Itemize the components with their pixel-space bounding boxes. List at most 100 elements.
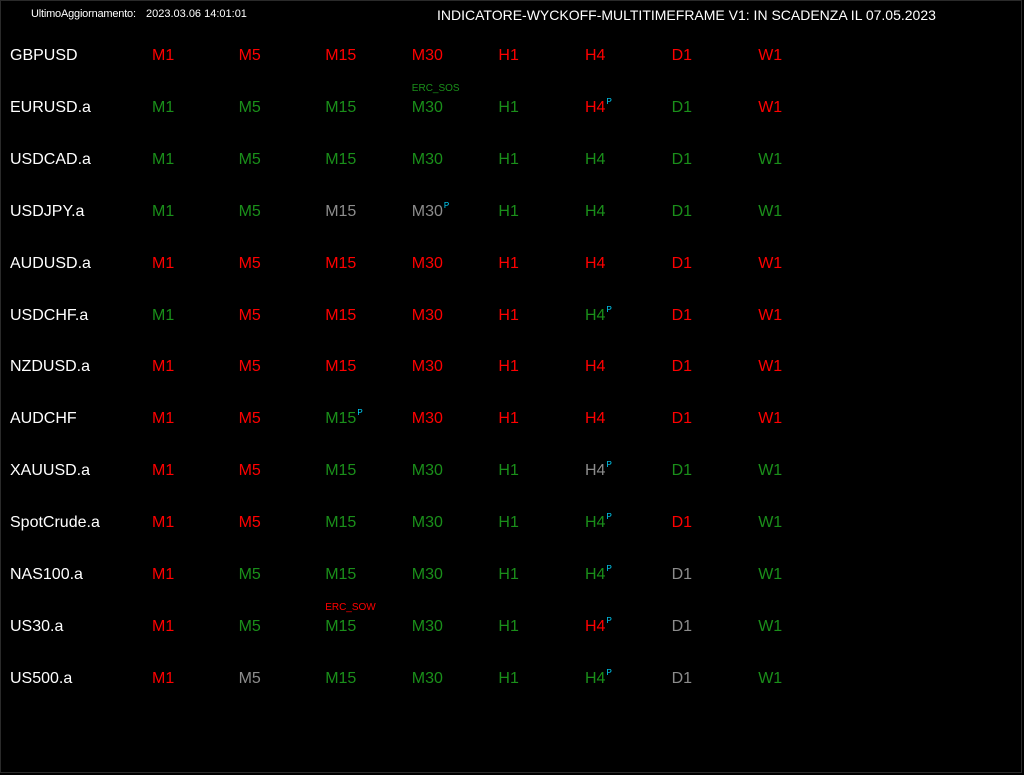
timeframe-cell-m1: M1 [152,511,174,535]
symbol-row: AUDUSD.a M1 M5 M15 M30 H1 H4 D1 W1 [1,252,1001,276]
symbol-name: XAUUSD.a [10,462,91,480]
symbol-row: USDCAD.a M1 M5 M15 M30 H1 H4 D1 W1 [1,148,1001,172]
timeframe-cell-m30: M30 [412,355,443,379]
timeframe-cell-h4: H4 [585,407,605,431]
timeframe-cell-m1: M1 [152,148,174,172]
timeframe-cell-d1: D1 [672,148,692,172]
timeframe-label: M1 [152,514,175,532]
timeframe-cell-h1: H1 [498,615,518,639]
symbol-row: NAS100.a M1 M5 M15 M30 H1 H4P D1 W1 [1,563,1001,587]
timeframe-cell-h4: H4 [585,355,605,379]
timeframe-label: M30 [411,358,443,376]
timeframe-cell-d1: D1 [672,667,692,691]
timeframe-cell-m30: M30 [412,459,443,483]
timeframe-cell-m15: M15 [325,44,356,68]
timeframe-cell-m5: M5 [239,96,261,120]
timeframe-cell-m30: M30 [412,96,443,120]
timeframe-cell-m15: M15P [325,407,362,433]
timeframe-cell-w1: W1 [758,615,782,639]
timeframe-label: M15 [325,358,357,376]
p-marker: P [606,512,612,522]
timeframe-cell-m30: M30 [412,615,443,639]
symbol-row: SpotCrude.a M1 M5 M15 M30 H1 H4P D1 W1 [1,511,1001,535]
timeframe-label: W1 [758,514,783,532]
timeframe-label: M30 [411,150,443,168]
symbol-name: GBPUSD [10,47,78,64]
timeframe-label: D1 [671,669,693,687]
timeframe-label: M15 [325,410,357,428]
timeframe-cell-d1: D1 [672,355,692,379]
timeframe-cell-m15: M15 [325,511,356,535]
timeframe-label: H1 [498,306,519,324]
symbol-name: USDJPY.a [10,202,85,220]
timeframe-cell-m30: M30 [412,511,443,535]
timeframe-cell-m15: M15 [325,200,356,224]
timeframe-cell-m5: M5 [239,304,261,328]
last-update-value: 2023.03.06 14:01:01 [146,8,247,20]
timeframe-cell-m15: M15 [325,304,356,328]
timeframe-label: W1 [758,410,783,428]
timeframe-cell-m15: M15 [325,459,356,483]
timeframe-cell-m1: M1 [152,407,174,431]
timeframe-cell-m30: M30 [412,563,443,587]
timeframe-cell-m30: M30 [412,304,443,328]
timeframe-cell-m5: M5 [239,200,261,224]
timeframe-cell-m15: M15 [325,148,356,172]
symbol-name: US30.a [10,617,64,635]
timeframe-cell-m30: M30 [412,407,443,431]
timeframe-label: M1 [152,462,175,480]
signal-annotation: ERC_SOW [325,601,376,613]
timeframe-cell-m15: M15 [325,667,356,691]
timeframe-label: H4 [585,150,606,168]
p-marker: P [357,408,363,418]
p-marker: P [606,460,612,470]
timeframe-cell-h4: H4P [585,96,612,122]
timeframe-cell-m5: M5 [239,44,261,68]
timeframe-label: M15 [325,150,357,168]
timeframe-cell-d1: D1 [672,615,692,639]
timeframe-label: H1 [498,254,519,272]
timeframe-label: H1 [498,566,519,583]
timeframe-cell-m1: M1 [152,615,174,639]
symbol-name: AUDCHF [10,410,77,428]
last-update-label: UltimoAggiornamento: [31,8,136,20]
timeframe-cell-h1: H1 [498,407,518,431]
timeframe-cell-m1: M1 [152,44,174,68]
chart-window[interactable]: UltimoAggiornamento: 2023.03.06 14:01:01… [0,0,1022,773]
symbol-name: EURUSD.a [10,98,91,116]
timeframe-label: M1 [152,306,175,324]
timeframe-cell-h1: H1 [498,304,518,328]
timeframe-label: W1 [758,358,783,376]
timeframe-cell-h1: H1 [498,355,518,379]
timeframe-label: H4 [585,617,606,635]
timeframe-cell-h1: H1 [498,667,518,691]
timeframe-cell-m1: M1 [152,96,174,120]
timeframe-label: M30 [411,566,443,583]
timeframe-label: H4 [585,669,606,687]
timeframe-label: M5 [238,617,261,635]
timeframe-cell-m5: M5 [239,407,261,431]
timeframe-cell-m1: M1 [152,563,174,587]
timeframe-label: H1 [498,358,519,376]
timeframe-cell-m5: M5 [239,252,261,276]
timeframe-cell-m15: M15 [325,355,356,379]
timeframe-cell-m30: M30 [412,148,443,172]
symbol-row: GBPUSD M1 M5 M15 M30 H1 H4 D1 W1 [1,44,1001,68]
symbol-name: SpotCrude.a [10,514,100,532]
timeframe-cell-w1: W1 [758,407,782,431]
indicator-title: INDICATORE-WYCKOFF-MULTITIMEFRAME V1: IN… [437,7,936,23]
timeframe-label: H4 [585,202,606,220]
timeframe-label: H1 [498,617,519,635]
timeframe-cell-m5: M5 [239,667,261,691]
timeframe-label: D1 [671,150,693,168]
timeframe-label: M5 [238,410,261,428]
timeframe-cell-d1: D1 [672,563,692,587]
timeframe-label: H1 [498,514,519,532]
timeframe-label: W1 [758,47,783,64]
timeframe-label: M15 [325,566,357,583]
symbol-row: AUDCHF M1 M5 M15P M30 H1 H4 D1 W1 [1,407,1001,431]
timeframe-cell-m1: M1 [152,304,174,328]
timeframe-cell-w1: W1 [758,44,782,68]
p-marker: P [443,200,450,210]
timeframe-label: M15 [325,669,357,687]
